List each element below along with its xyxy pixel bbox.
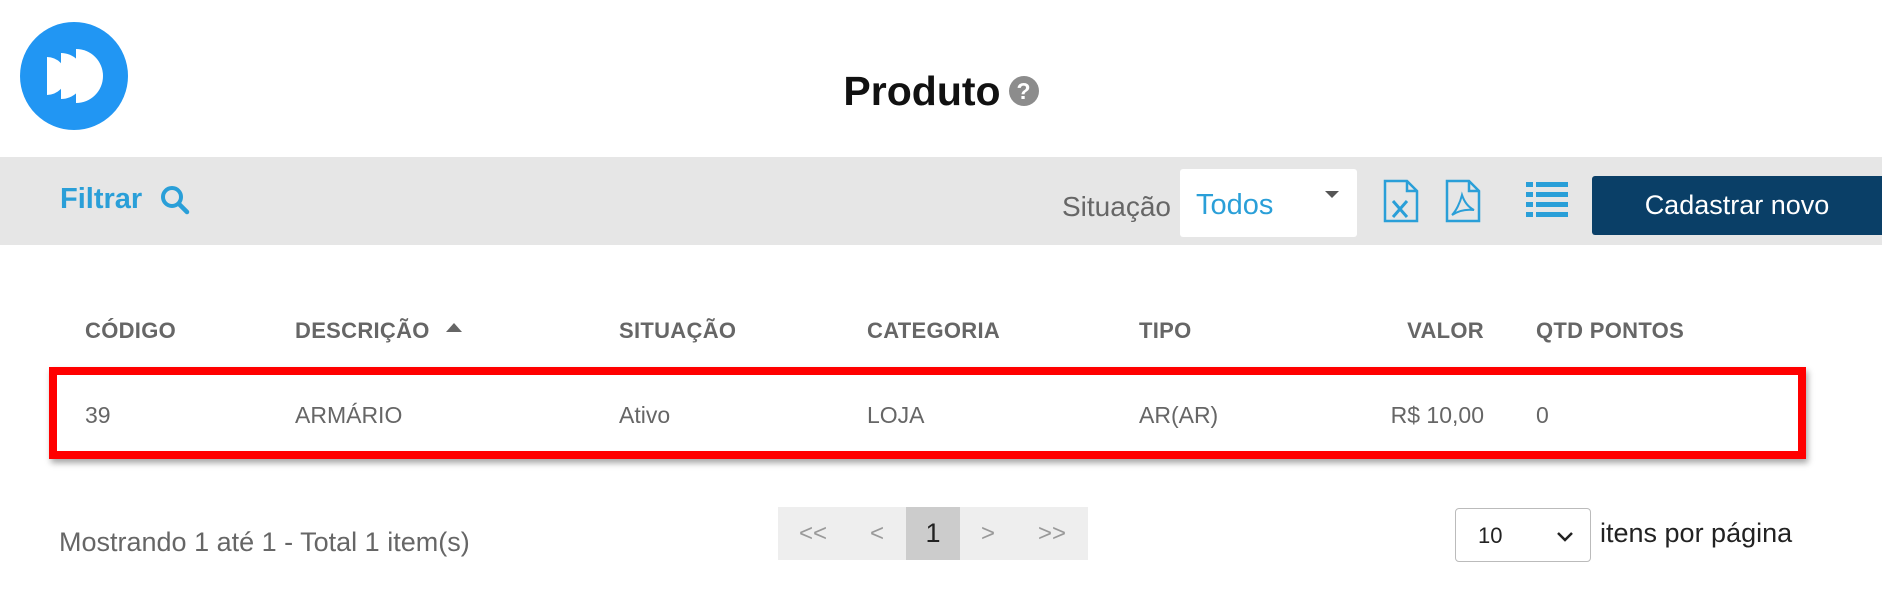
pdf-file-icon <box>1445 179 1481 223</box>
page-current-button[interactable]: 1 <box>906 507 960 560</box>
items-per-page-select[interactable]: 10 <box>1455 508 1591 562</box>
situacao-label: Situação <box>1062 191 1171 222</box>
chevron-down-icon <box>1325 191 1339 198</box>
page-prev-button[interactable]: < <box>848 507 906 560</box>
items-per-page-value: 10 <box>1478 523 1503 548</box>
chevron-down-icon <box>1557 532 1573 542</box>
search-icon <box>161 185 190 214</box>
toolbar: Filtrar Situação Todos Cadastrar novo <box>0 157 1882 245</box>
page-first-button[interactable]: << <box>778 507 848 560</box>
page-title-text: Produto <box>843 68 1001 114</box>
filter-label: Filtrar <box>60 183 143 215</box>
situacao-select[interactable]: Todos <box>1180 169 1357 237</box>
column-header-descricao[interactable]: DESCRIÇÃO <box>295 318 462 344</box>
page-next-button[interactable]: > <box>960 507 1016 560</box>
sort-ascending-icon <box>445 323 462 332</box>
filter-button[interactable]: Filtrar <box>60 183 190 216</box>
column-header-categoria[interactable]: CATEGORIA <box>867 318 1000 344</box>
list-icon <box>1526 182 1568 217</box>
export-excel-button[interactable] <box>1382 179 1420 228</box>
column-header-situacao[interactable]: SITUAÇÃO <box>619 318 736 344</box>
export-pdf-button[interactable] <box>1444 179 1482 228</box>
row-highlight-box <box>49 367 1806 459</box>
list-view-button[interactable] <box>1526 181 1568 222</box>
help-icon[interactable]: ? <box>1008 76 1039 107</box>
cadastrar-novo-button[interactable]: Cadastrar novo <box>1592 176 1882 235</box>
column-header-codigo[interactable]: CÓDIGO <box>85 318 176 344</box>
column-header-descricao-label: DESCRIÇÃO <box>295 318 430 343</box>
page-title: Produto? <box>0 68 1882 115</box>
column-header-tipo[interactable]: TIPO <box>1139 318 1192 344</box>
situacao-select-value: Todos <box>1196 189 1274 221</box>
excel-file-icon <box>1383 179 1419 223</box>
page-last-button[interactable]: >> <box>1016 507 1088 560</box>
items-per-page-label: itens por página <box>1600 518 1793 548</box>
pagination-summary: Mostrando 1 até 1 - Total 1 item(s) <box>59 527 470 557</box>
pagination: << < 1 > >> <box>778 507 1088 560</box>
column-header-qtd-pontos[interactable]: QTD PONTOS <box>1536 318 1684 344</box>
column-header-valor[interactable]: VALOR <box>1340 318 1484 344</box>
